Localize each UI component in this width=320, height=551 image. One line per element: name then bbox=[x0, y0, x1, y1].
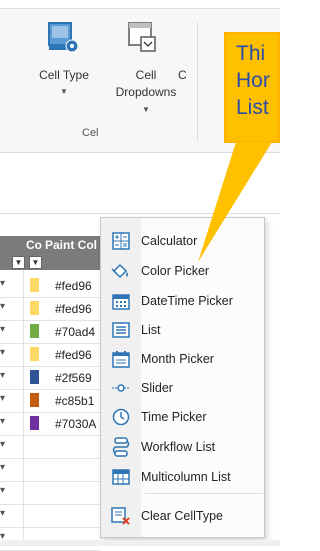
callout-pointer bbox=[198, 142, 272, 262]
horizontal-scrollbar[interactable] bbox=[0, 540, 280, 546]
